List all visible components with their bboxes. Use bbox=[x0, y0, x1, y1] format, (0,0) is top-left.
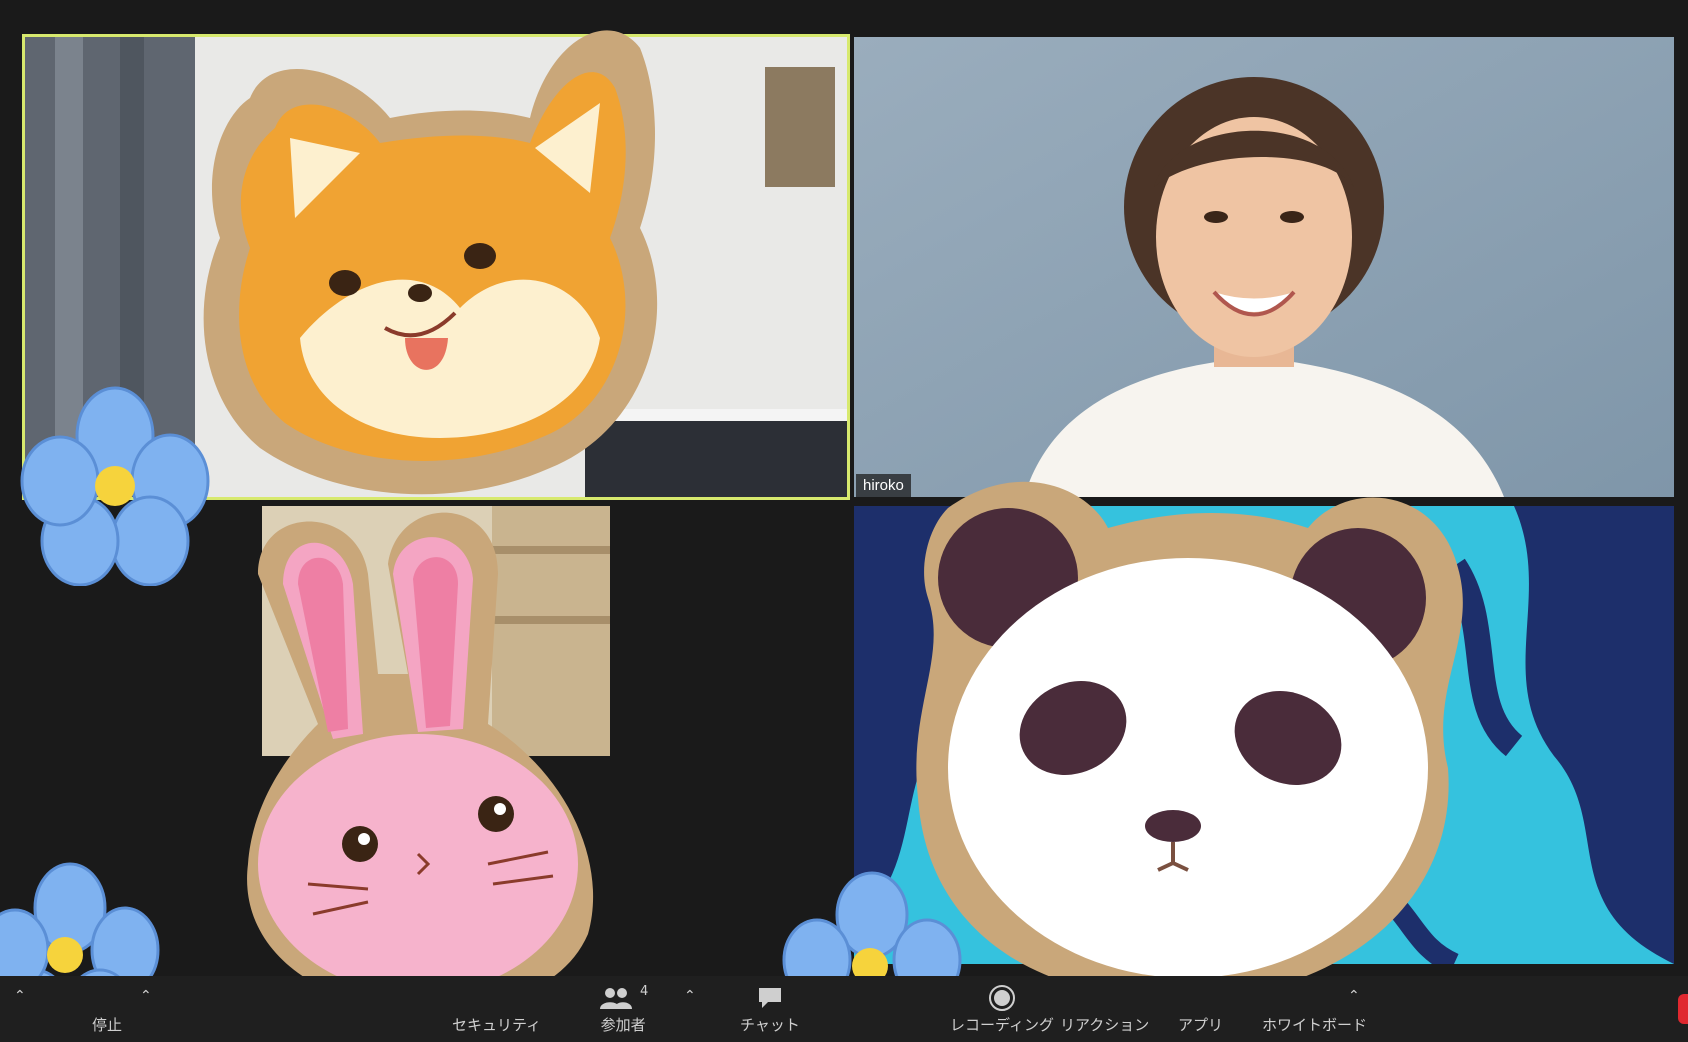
chat-button[interactable]: チャット bbox=[740, 984, 800, 1035]
caret-up-icon[interactable]: ⌃ bbox=[14, 988, 26, 1004]
panda-sticker bbox=[916, 481, 1463, 999]
participants-count: 4 bbox=[640, 984, 649, 999]
meeting-toolbar: ⌃ 停止 ⌃ セキュリティ 4 参加者 ⌃ チャット レコーディング リアクショ… bbox=[0, 976, 1688, 1042]
chat-icon bbox=[756, 984, 784, 1012]
caret-up-icon[interactable]: ⌃ bbox=[684, 988, 696, 1004]
participant-video-tile-2[interactable] bbox=[854, 37, 1674, 497]
participants-icon: 4 bbox=[598, 984, 648, 1012]
stop-video-button[interactable]: 停止 bbox=[92, 984, 122, 1035]
blue-flower-sticker bbox=[20, 386, 210, 586]
shiba-dog-sticker bbox=[203, 30, 658, 495]
record-icon bbox=[988, 984, 1016, 1012]
recording-button[interactable]: レコーディング bbox=[950, 984, 1054, 1035]
reactions-button[interactable]: リアクション bbox=[1060, 984, 1149, 1035]
caret-up-icon[interactable]: ⌃ bbox=[1348, 988, 1360, 1004]
pink-rabbit-sticker bbox=[247, 512, 594, 1011]
security-button[interactable]: セキュリティ bbox=[452, 984, 541, 1035]
meeting-gallery-view: hiroko ⌃ 停止 ⌃ セキュリティ 4 参加者 ⌃ チャット レコーディン… bbox=[0, 0, 1688, 1042]
end-meeting-button[interactable] bbox=[1678, 994, 1688, 1024]
caret-up-icon[interactable]: ⌃ bbox=[140, 988, 152, 1004]
participant-video-hiroko bbox=[854, 37, 1674, 497]
participants-button[interactable]: 4 参加者 bbox=[598, 984, 648, 1035]
apps-button[interactable]: アプリ bbox=[1178, 984, 1223, 1035]
